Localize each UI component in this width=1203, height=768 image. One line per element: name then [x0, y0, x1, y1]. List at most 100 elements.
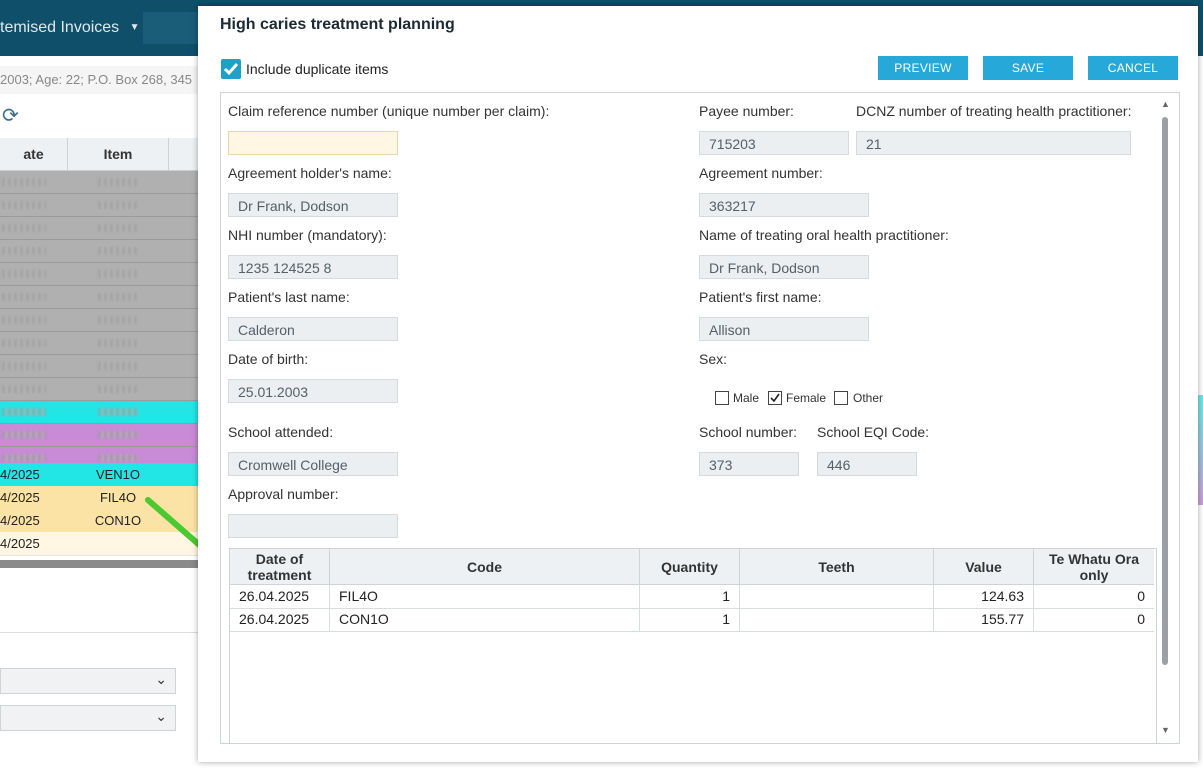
scrollbar-thumb[interactable] — [1162, 117, 1168, 665]
sex-female-checkbox[interactable] — [768, 391, 782, 405]
blurred-cell — [98, 316, 138, 324]
blurred-cell — [2, 431, 46, 439]
eqi-field[interactable]: 446 — [817, 452, 917, 476]
cell-quantity: 1 — [640, 608, 740, 631]
column-header-date[interactable]: ate — [0, 138, 68, 171]
table-row[interactable]: 4/2025 FIL4O — [0, 486, 200, 510]
payee-label: Payee number: — [699, 103, 794, 119]
chevron-down-icon: ⌄ — [155, 708, 167, 724]
column-header-code[interactable]: Code — [330, 549, 640, 585]
table-row[interactable]: 4/2025 CON1O — [0, 509, 200, 533]
cell-code: FIL4O — [330, 585, 640, 608]
table-row[interactable]: 4/2025 — [0, 532, 200, 556]
dcnz-label: DCNZ number of treating health practitio… — [856, 103, 1132, 119]
blurred-row — [0, 309, 200, 332]
sex-other-checkbox[interactable] — [834, 391, 848, 405]
holder-name-field[interactable]: Dr Frank, Dodson — [228, 193, 398, 217]
check-icon — [770, 393, 780, 403]
dob-label: Date of birth: — [228, 351, 309, 367]
scroll-down-icon[interactable]: ▼ — [1161, 725, 1170, 735]
dcnz-field[interactable]: 21 — [856, 131, 1131, 155]
column-header-teeth[interactable]: Teeth — [740, 549, 934, 585]
row-date: 4/2025 — [0, 490, 40, 505]
dialog-title: High caries treatment planning — [220, 16, 455, 33]
header-date-line1: Date of — [255, 550, 304, 567]
cancel-button[interactable]: CANCEL — [1088, 56, 1178, 80]
cell-value: 124.63 — [934, 585, 1034, 608]
school-field[interactable]: Cromwell College — [228, 452, 398, 476]
include-duplicates-checkbox[interactable] — [221, 59, 241, 79]
blurred-cell — [98, 454, 138, 462]
claim-ref-input[interactable] — [228, 131, 398, 155]
sex-male-label: Male — [733, 391, 760, 405]
header-search-block[interactable] — [143, 12, 203, 44]
practitioner-label: Name of treating oral health practitione… — [699, 227, 949, 243]
refresh-icon[interactable]: ⟳ — [2, 105, 22, 127]
cell-quantity: 1 — [640, 585, 740, 608]
sex-male-checkbox[interactable] — [715, 391, 729, 405]
cell-date: 26.04.2025 — [230, 608, 330, 631]
table-row[interactable]: 26.04.2025 FIL4O 1 124.63 0 — [230, 585, 1154, 609]
practitioner-field[interactable]: Dr Frank, Dodson — [699, 255, 869, 279]
chevron-down-icon: ⌄ — [155, 671, 167, 687]
claim-form: Claim reference number (unique number pe… — [220, 92, 1180, 744]
first-name-label: Patient's first name: — [699, 289, 822, 305]
school-number-label: School number: — [699, 424, 798, 440]
sex-label: Sex: — [699, 351, 728, 367]
row-item: CON1O — [94, 513, 142, 528]
first-name-field[interactable]: Allison — [699, 317, 869, 341]
blurred-cell — [98, 385, 138, 393]
blurred-cell — [2, 408, 46, 416]
row-date: 4/2025 — [0, 513, 40, 528]
blurred-row — [0, 263, 200, 286]
table-row[interactable]: 26.04.2025 CON1O 1 155.77 0 — [230, 608, 1154, 632]
last-name-field[interactable]: Calderon — [228, 317, 398, 341]
claim-ref-label: Claim reference number (unique number pe… — [228, 103, 550, 119]
sex-female-label: Female — [786, 391, 827, 405]
column-header-tewhatu[interactable]: Te Whatu Ora only — [1034, 549, 1154, 585]
save-button[interactable]: SAVE — [983, 56, 1073, 80]
agreement-number-field[interactable]: 363217 — [699, 193, 869, 217]
agreement-number-label: Agreement number: — [699, 165, 823, 181]
eqi-label: School EQI Code: — [817, 424, 930, 440]
blurred-row — [0, 240, 200, 263]
horizontal-scrollbar[interactable] — [0, 560, 200, 568]
scroll-up-icon[interactable]: ▲ — [1161, 99, 1170, 109]
column-header-date[interactable]: Date of treatment — [230, 549, 330, 585]
school-number-field[interactable]: 373 — [699, 452, 799, 476]
patient-info-bar: 2003; Age: 22; P.O. Box 268, 345 — [0, 66, 200, 94]
blurred-row — [0, 171, 200, 194]
approval-field[interactable] — [228, 514, 398, 538]
vertical-scrollbar[interactable]: ▲ ▼ — [1159, 99, 1171, 735]
blurred-cell — [98, 362, 138, 370]
nhi-field[interactable]: 1235 124525 8 — [228, 255, 398, 279]
blurred-cell — [2, 201, 46, 209]
blurred-cell — [98, 201, 138, 209]
itemised-invoices-menu[interactable]: temised Invoices ▼ — [0, 14, 140, 42]
column-header-value[interactable]: Value — [934, 549, 1034, 585]
payee-field[interactable]: 715203 — [699, 131, 849, 155]
blurred-cell — [2, 247, 46, 255]
dropdown-select[interactable]: ⌄ — [0, 705, 176, 731]
blurred-cell — [98, 339, 138, 347]
item-table: ate Item 4/2025 VEN1O 4/2025 FIL4O 4/202… — [0, 138, 200, 568]
blurred-cell — [2, 270, 46, 278]
dropdown-select[interactable]: ⌄ — [0, 668, 176, 694]
school-label: School attended: — [228, 424, 334, 440]
include-duplicates-label: Include duplicate items — [246, 61, 389, 77]
column-header-quantity[interactable]: Quantity — [640, 549, 740, 585]
row-item: VEN1O — [95, 467, 141, 482]
check-icon — [223, 63, 239, 76]
last-name-label: Patient's last name: — [228, 289, 350, 305]
blurred-row — [0, 217, 200, 240]
column-header-item[interactable]: Item — [68, 138, 169, 171]
menu-label: temised Invoices — [0, 19, 120, 37]
sex-other-label: Other — [853, 391, 884, 405]
blurred-cell — [2, 339, 46, 347]
table-row[interactable]: 4/2025 VEN1O — [0, 463, 200, 487]
preview-button[interactable]: PREVIEW — [878, 56, 968, 80]
blurred-cell — [2, 224, 46, 232]
blurred-row — [0, 378, 200, 401]
dob-field[interactable]: 25.01.2003 — [228, 379, 398, 403]
row-date: 4/2025 — [0, 536, 40, 551]
